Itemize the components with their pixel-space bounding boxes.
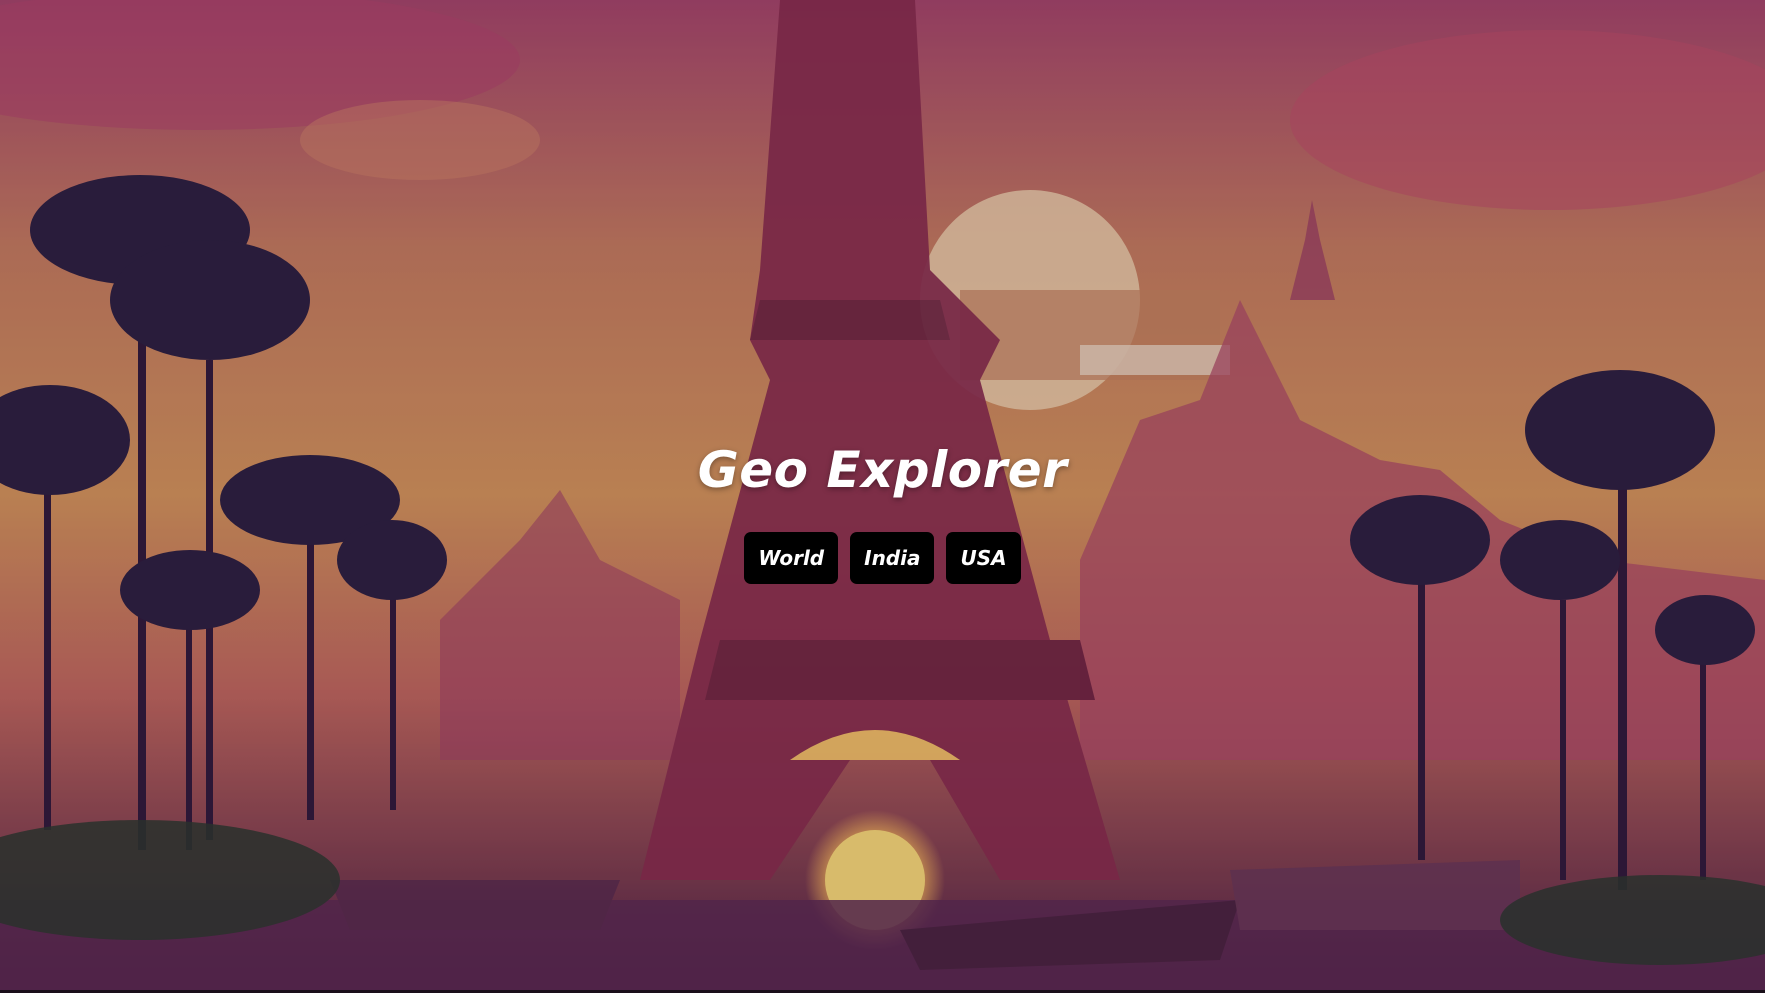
- hero-section: Geo Explorer World India USA: [0, 0, 1765, 990]
- hero-content: Geo Explorer World India USA: [0, 440, 1765, 584]
- nav-button-world[interactable]: World: [744, 532, 839, 584]
- nav-button-usa[interactable]: USA: [946, 532, 1021, 584]
- page-title: Geo Explorer: [697, 441, 1068, 499]
- region-nav: World India USA: [0, 532, 1765, 584]
- nav-button-india[interactable]: India: [850, 532, 935, 584]
